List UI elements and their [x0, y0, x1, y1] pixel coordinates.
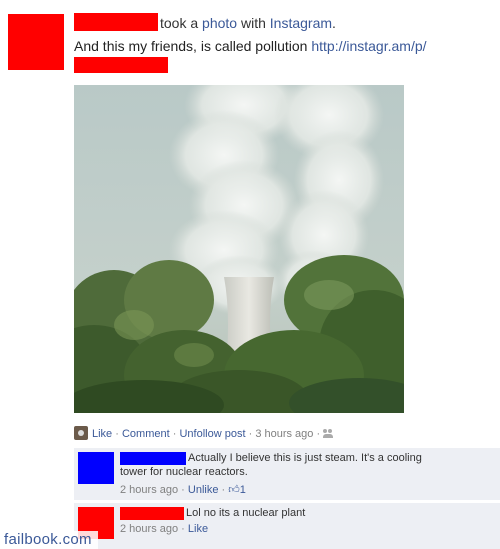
poster-name-redacted[interactable]: [74, 13, 158, 31]
separator: ·: [248, 428, 253, 440]
watermark-text: failbook.com: [4, 531, 92, 548]
comment-timestamp[interactable]: 2 hours ago: [120, 523, 178, 535]
post-message: And this my friends, is called pollution…: [74, 38, 427, 54]
separator: ·: [221, 484, 226, 496]
comment-link[interactable]: Comment: [122, 428, 170, 440]
post-url-link[interactable]: http://instagr.am/p/: [311, 38, 426, 54]
post-header: took a photo with Instagram.: [160, 15, 336, 31]
comment-meta: 2 hours ago · Unlike · 👍︎1: [120, 483, 246, 496]
post-with-text: with: [237, 15, 270, 31]
post-actions: Like · Comment · Unfollow post · 3 hours…: [74, 426, 334, 440]
photo-link[interactable]: photo: [202, 15, 237, 31]
comment-text-line1: Lol no its a nuclear plant: [186, 507, 306, 519]
comment-text-line1: Actually I believe this is just steam. I…: [188, 452, 422, 464]
photo-image: [74, 85, 404, 413]
separator: ·: [316, 428, 321, 440]
separator: ·: [181, 523, 185, 535]
post-period: .: [332, 15, 336, 31]
separator: ·: [115, 428, 119, 440]
like-link[interactable]: Like: [188, 523, 208, 535]
post-url-redacted[interactable]: [74, 57, 168, 73]
failbook-watermark: failbook.com: [0, 531, 98, 549]
separator: ·: [181, 484, 185, 496]
instagram-icon: [74, 426, 88, 440]
comment-item: Lol no its a nuclear plant 2 hours ago ·…: [74, 503, 500, 549]
thumbs-up-icon: 👍︎: [228, 484, 240, 496]
comment-meta: 2 hours ago · Like: [120, 523, 208, 535]
instagram-link[interactable]: Instagram: [270, 15, 332, 31]
unlike-link[interactable]: Unlike: [188, 484, 219, 496]
instagram-photo[interactable]: [74, 85, 404, 413]
post-timestamp[interactable]: 3 hours ago: [255, 428, 313, 440]
commenter-avatar-redacted[interactable]: [78, 452, 114, 484]
separator: ·: [172, 428, 177, 440]
comment-item: Actually I believe this is just steam. I…: [74, 448, 500, 500]
audience-friends-icon[interactable]: [323, 429, 334, 438]
comment-text-line2: tower for nuclear reactors.: [120, 466, 248, 478]
like-count: 1: [239, 484, 246, 496]
comment-timestamp[interactable]: 2 hours ago: [120, 484, 178, 496]
unfollow-post-link[interactable]: Unfollow post: [179, 428, 245, 440]
comment-like-count[interactable]: 👍︎1: [228, 484, 246, 496]
commenter-name-redacted[interactable]: [120, 452, 186, 465]
commenter-name-redacted[interactable]: [120, 507, 184, 520]
post-message-text: And this my friends, is called pollution: [74, 38, 312, 54]
poster-avatar-redacted[interactable]: [8, 14, 64, 70]
like-link[interactable]: Like: [92, 428, 112, 440]
post-action-text: took a: [160, 15, 203, 31]
